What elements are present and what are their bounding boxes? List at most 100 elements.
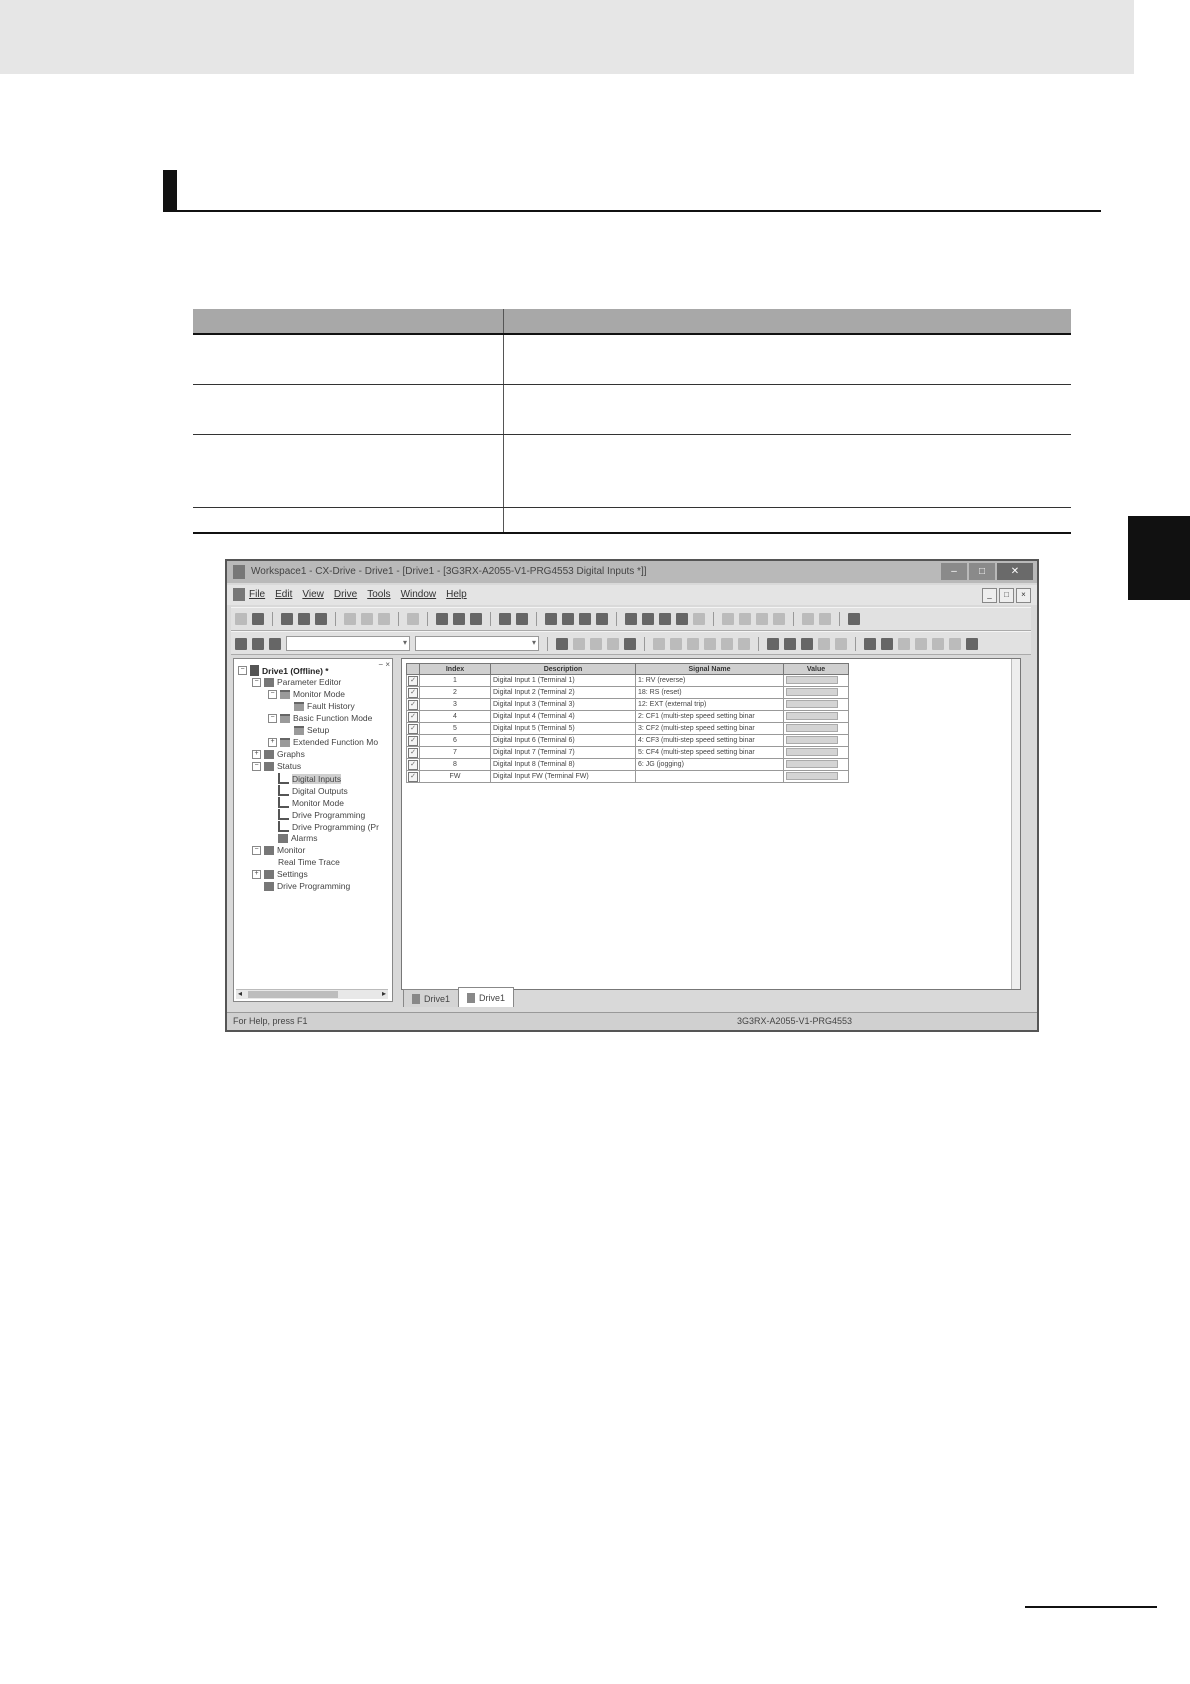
tree-item[interactable]: Drive Programming <box>278 809 365 820</box>
cut-icon[interactable] <box>344 613 356 625</box>
scroll-thumb[interactable] <box>248 991 338 998</box>
copy-icon[interactable] <box>361 613 373 625</box>
paste-icon[interactable] <box>378 613 390 625</box>
scroll-left-icon[interactable]: ◂ <box>238 989 242 998</box>
tree-item[interactable]: − Monitor <box>252 845 305 855</box>
tab-drive1-document[interactable]: Drive1 <box>458 987 515 1007</box>
minimize-button[interactable]: – <box>941 563 967 580</box>
cross-icon[interactable] <box>624 637 636 650</box>
record-icon[interactable] <box>932 637 944 650</box>
project-window-icon[interactable] <box>436 613 448 625</box>
new-drive-icon[interactable] <box>252 613 264 625</box>
expand-icon[interactable]: + <box>252 749 261 759</box>
step-out-icon[interactable] <box>704 637 716 650</box>
col-description[interactable]: Description <box>490 663 636 675</box>
zoom-in-icon[interactable] <box>739 613 751 625</box>
row-checkbox[interactable]: ✓ <box>408 759 418 770</box>
save-all-icon[interactable] <box>315 613 327 625</box>
print-icon[interactable] <box>499 613 511 625</box>
tab-drive1-workspace[interactable]: Drive1 <box>403 989 460 1007</box>
tree-item[interactable]: Setup <box>294 725 329 735</box>
tree-item[interactable]: Drive Programming (Pr <box>278 821 379 832</box>
row-checkbox[interactable]: ✓ <box>408 747 418 758</box>
tree-item[interactable]: Drive Programming <box>264 881 350 891</box>
row-checkbox[interactable]: ✓ <box>408 711 418 722</box>
step-icon[interactable] <box>653 637 665 650</box>
menu-tools[interactable]: Tools <box>367 589 390 600</box>
tree-item[interactable]: Digital Outputs <box>278 785 348 796</box>
table-row[interactable]: ✓ 4 Digital Input 4 (Terminal 4) 2: CF1 … <box>406 710 849 723</box>
new-icon[interactable] <box>235 613 247 625</box>
trigger-icon[interactable] <box>915 637 927 650</box>
remove-icon[interactable] <box>607 637 619 650</box>
row-checkbox[interactable]: ✓ <box>408 675 418 686</box>
expand-icon[interactable]: + <box>268 737 277 747</box>
chart-icon[interactable] <box>864 637 876 650</box>
menu-drive[interactable]: Drive <box>334 589 357 600</box>
trace-settings-icon[interactable] <box>898 637 910 650</box>
collapse-icon[interactable]: − <box>252 845 261 855</box>
tree-item[interactable]: Monitor Mode <box>278 797 344 808</box>
insert-icon[interactable] <box>590 637 602 650</box>
transfer-from-drive-icon[interactable] <box>659 613 671 625</box>
pause-icon[interactable] <box>818 637 830 650</box>
tree-item[interactable]: Real Time Trace <box>278 857 340 867</box>
tree-item[interactable]: Alarms <box>278 833 317 843</box>
undo-icon[interactable] <box>407 613 419 625</box>
row-checkbox[interactable]: ✓ <box>408 771 418 782</box>
connect-icon[interactable] <box>235 637 247 650</box>
program-icon[interactable] <box>784 637 796 650</box>
zoom-fit-icon[interactable] <box>722 613 734 625</box>
help-pointer-icon[interactable] <box>596 613 608 625</box>
menu-help[interactable]: Help <box>446 589 467 600</box>
disconnect-icon[interactable] <box>252 637 264 650</box>
breakpoint-icon[interactable] <box>721 637 733 650</box>
tree-horizontal-scrollbar[interactable]: ◂ ▸ <box>236 989 388 999</box>
tree-item[interactable]: − Drive1 (Offline) * <box>238 665 329 676</box>
collapse-icon[interactable]: − <box>268 713 277 723</box>
step-into-icon[interactable] <box>670 637 682 650</box>
table-row[interactable]: ✓ 1 Digital Input 1 (Terminal 1) 1: RV (… <box>406 674 849 687</box>
row-checkbox[interactable]: ✓ <box>408 699 418 710</box>
vertical-scrollbar[interactable] <box>1011 659 1020 989</box>
table-row[interactable]: ✓ 6 Digital Input 6 (Terminal 6) 4: CF3 … <box>406 734 849 747</box>
close-button[interactable]: ✕ <box>997 563 1033 580</box>
tree-item[interactable]: + Extended Function Mo <box>268 737 378 747</box>
find-icon[interactable] <box>545 613 557 625</box>
save-icon[interactable] <box>298 613 310 625</box>
menu-edit[interactable]: Edit <box>275 589 292 600</box>
table-row[interactable]: ✓ FW Digital Input FW (Terminal FW) <box>406 770 849 783</box>
row-checkbox[interactable]: ✓ <box>408 735 418 746</box>
tree-item[interactable]: − Parameter Editor <box>252 677 341 687</box>
properties-icon[interactable] <box>625 613 637 625</box>
graph-icon[interactable] <box>881 637 893 650</box>
warning-icon[interactable] <box>556 637 568 650</box>
print-preview-icon[interactable] <box>516 613 528 625</box>
step-over-icon[interactable] <box>687 637 699 650</box>
collapse-icon[interactable]: − <box>238 666 247 675</box>
watch-window-icon[interactable] <box>470 613 482 625</box>
output-window-icon[interactable] <box>453 613 465 625</box>
mdi-close-button[interactable]: × <box>1016 588 1031 603</box>
transfer-to-drive-icon[interactable] <box>642 613 654 625</box>
tree-item-digital-inputs[interactable]: Digital Inputs <box>278 773 342 784</box>
col-value[interactable]: Value <box>783 663 849 675</box>
row-checkbox[interactable]: ✓ <box>408 723 418 734</box>
add-icon[interactable] <box>802 613 814 625</box>
col-index[interactable]: Index <box>419 663 491 675</box>
mdi-minimize-button[interactable]: _ <box>982 588 997 603</box>
tree-item[interactable]: + Settings <box>252 869 308 879</box>
open-icon[interactable] <box>281 613 293 625</box>
tree-item[interactable]: − Monitor Mode <box>268 689 345 699</box>
collapse-icon[interactable]: − <box>252 677 261 687</box>
parameters-icon[interactable] <box>767 637 779 650</box>
table-icon[interactable] <box>966 637 978 650</box>
auto-online-icon[interactable] <box>579 613 591 625</box>
table-row[interactable]: ✓ 2 Digital Input 2 (Terminal 2) 18: RS … <box>406 686 849 699</box>
maximize-button[interactable]: □ <box>969 563 995 580</box>
stop-icon[interactable] <box>269 637 281 650</box>
verify-icon[interactable] <box>693 613 705 625</box>
tree-close-icon[interactable]: − × <box>378 660 390 669</box>
col-signal-name[interactable]: Signal Name <box>635 663 784 675</box>
parameter-select[interactable]: ▾ <box>415 636 539 651</box>
